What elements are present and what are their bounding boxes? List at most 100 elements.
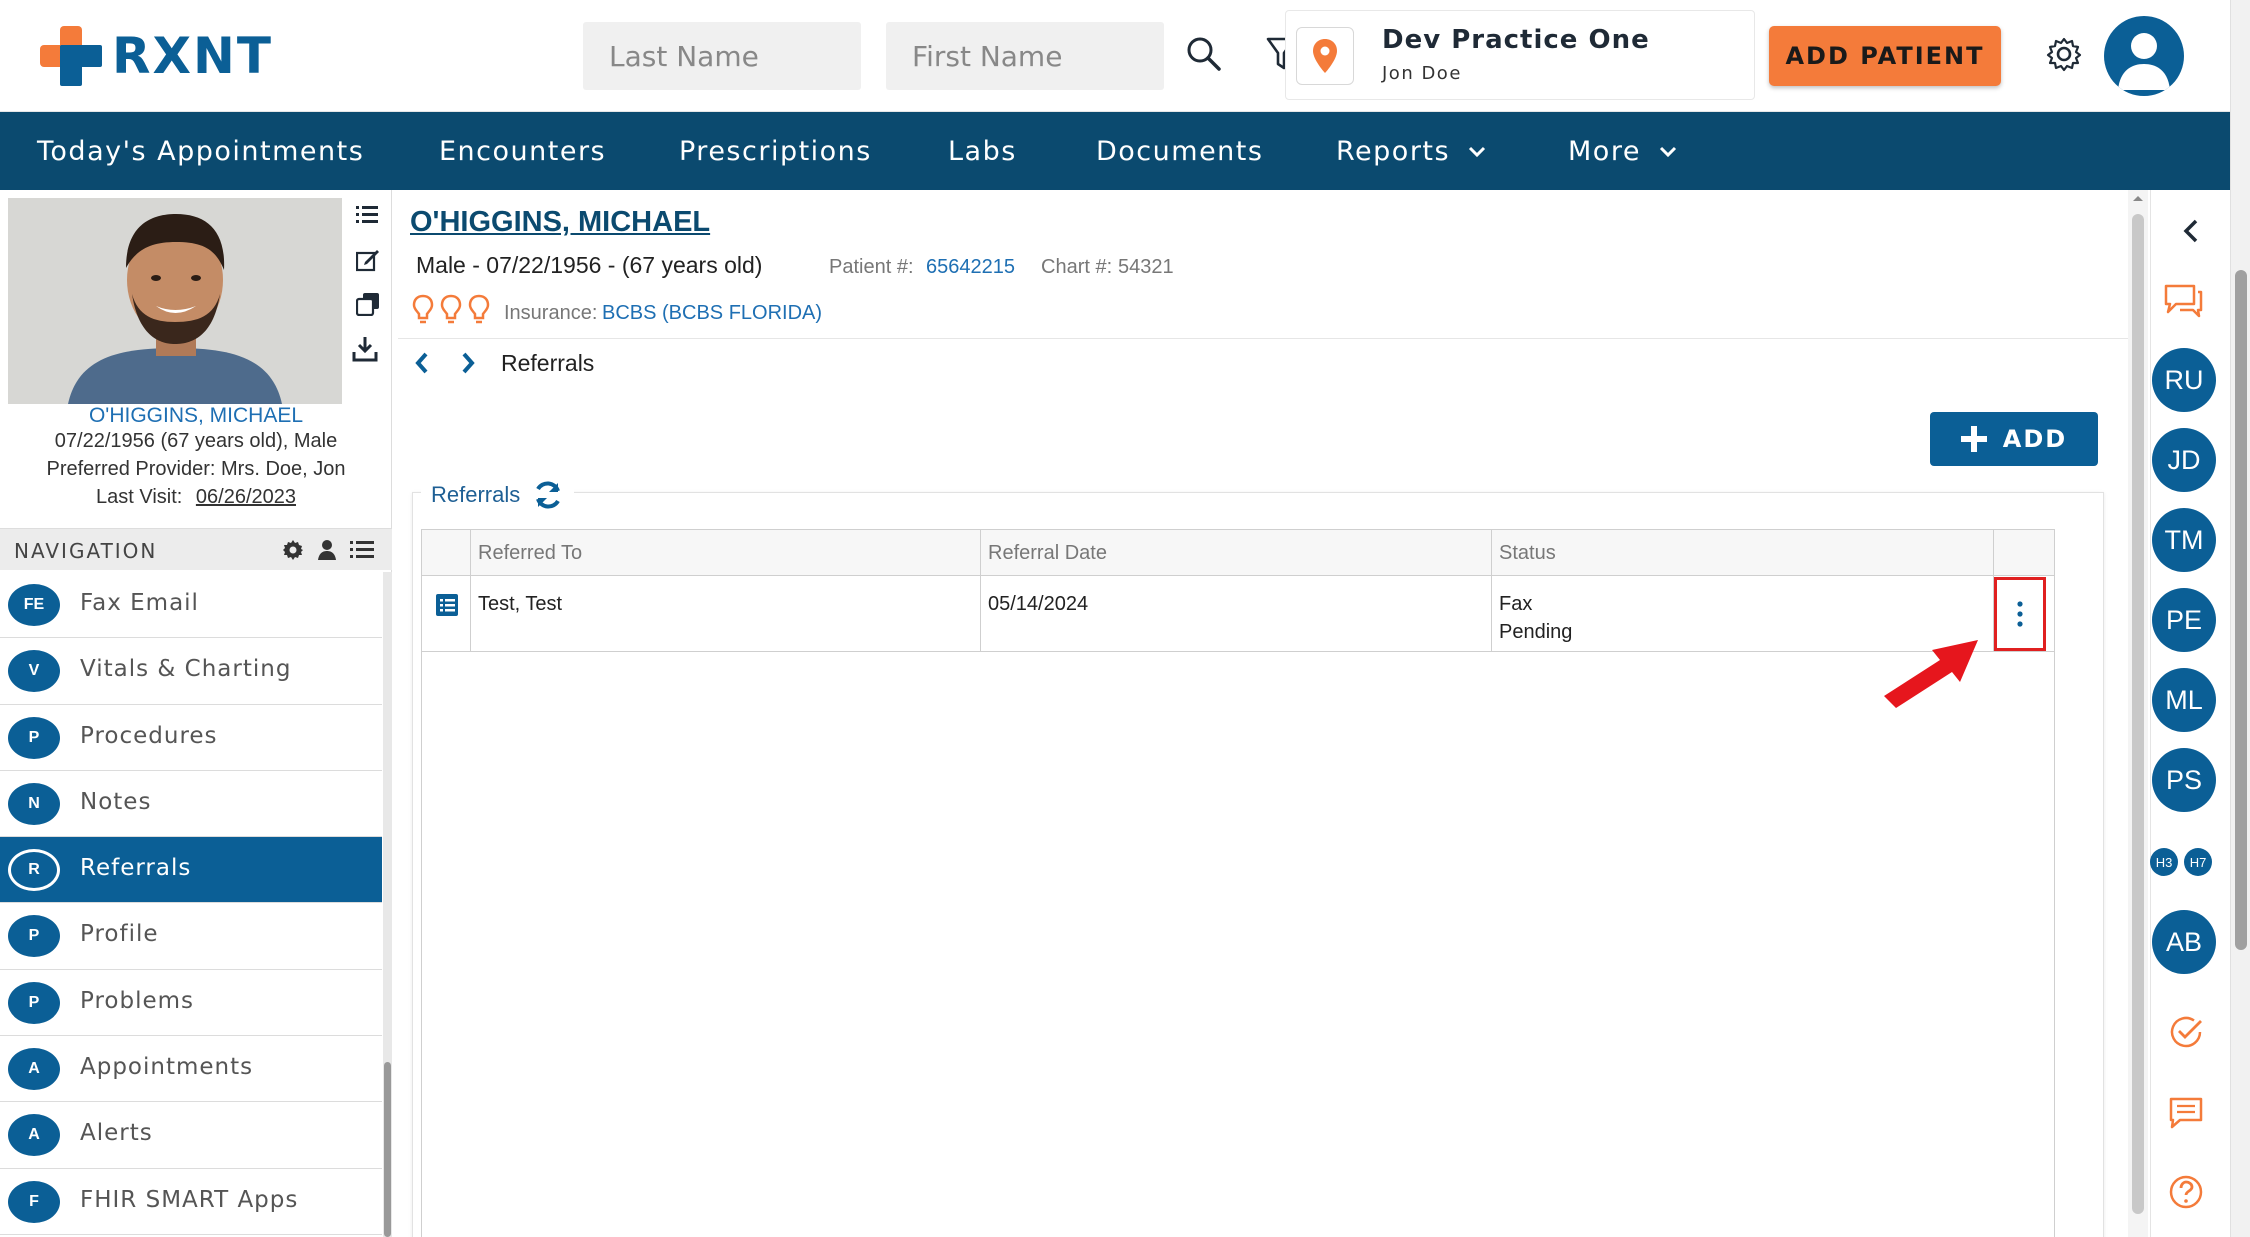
add-label: ADD [2002,425,2068,453]
row-actions-button[interactable] [1994,577,2046,651]
last-visit-date-link[interactable]: 06/26/2023 [196,486,296,508]
page-scrollbar[interactable] [2230,0,2250,1237]
copy-icon[interactable] [356,292,380,316]
nav-todays-appointments[interactable]: Today's Appointments [37,136,364,167]
search-icon[interactable] [1186,36,1222,72]
chevron-left-icon[interactable] [412,348,432,378]
rail-avatar-ru[interactable]: RU [2152,348,2216,412]
nav-person-icon[interactable] [316,539,338,561]
nav-row-referrals[interactable]: R Referrals [0,837,382,904]
main-scrollbar[interactable] [2128,190,2148,1237]
annotation-arrow-icon [1884,640,1978,708]
nav-list-icon[interactable] [350,539,374,561]
patient-number-label: Patient #: [829,256,914,278]
rail-avatar-ps[interactable]: PS [2152,748,2216,812]
nav-row-fhir-smart-apps[interactable]: F FHIR SMART Apps [0,1168,382,1235]
main-content: O'HIGGINS, MICHAEL Male - 07/22/1956 - (… [398,190,2148,1237]
nav-row-notes[interactable]: N Notes [0,770,382,838]
help-question-icon[interactable] [2168,1174,2204,1210]
check-circle-icon[interactable] [2168,1014,2204,1050]
nav-label: More [1568,136,1641,167]
nav-row-problems[interactable]: P Problems [0,969,382,1037]
nav-settings-gear-icon[interactable] [282,539,304,561]
patient-demographics: Male - 07/22/1956 - (67 years old) [416,252,763,278]
nav-row-profile[interactable]: P Profile [0,903,382,970]
patient-dob-age-sex: 07/22/1956 (67 years old), Male [54,430,338,452]
nav-prescriptions[interactable]: Prescriptions [679,136,872,167]
rail-avatar-ml[interactable]: ML [2152,668,2216,732]
table-row[interactable]: Test, Test 05/14/2024 Fax Pending [422,576,2054,652]
cell-referred-to: Test, Test [478,593,563,615]
nav-encounters[interactable]: Encounters [439,136,606,167]
nav-badge: P [8,716,60,759]
nav-row-alerts[interactable]: A Alerts [0,1102,382,1169]
patient-sidebar: O'HIGGINS, MICHAEL 07/22/1956 (67 years … [0,190,392,1237]
sidebar-scrollbar[interactable] [383,572,392,1237]
page-scrollbar-thumb[interactable] [2235,270,2247,950]
lightbulb-icon[interactable] [412,294,434,324]
patient-name-heading[interactable]: O'HIGGINS, MICHAEL [410,206,710,239]
rail-avatar-pe[interactable]: PE [2152,588,2216,652]
message-icon[interactable] [2168,1096,2204,1130]
nav-badge: P [8,915,60,958]
add-referral-button[interactable]: ADD [1930,412,2098,466]
rxnt-logo[interactable]: RXNT [40,26,273,86]
settings-gear-icon[interactable] [2046,36,2082,72]
rail-mini-avatar-h3[interactable]: H3 [2150,848,2178,876]
refresh-icon[interactable] [532,479,564,511]
preferred-provider: Preferred Provider: Mrs. Doe, Jon [46,458,346,480]
collapse-chevron-left-icon[interactable] [2180,218,2202,244]
nav-label: Prescriptions [679,136,872,167]
edit-icon[interactable] [356,248,380,272]
nav-more[interactable]: More [1568,136,1677,167]
nav-label: Encounters [439,136,607,167]
chart-number-value: 54321 [1118,256,1174,278]
navigation-header: NAVIGATION [0,528,392,570]
nav-row-label: Fax Email [80,590,199,616]
last-visit: Last Visit: 06/26/2023 [0,486,392,509]
status-line-2: Pending [1499,621,1573,643]
column-header-referral-date[interactable]: Referral Date [988,542,1107,565]
rail-avatar-ab[interactable]: AB [2152,910,2216,974]
nav-row-fax-email[interactable]: FE Fax Email [0,572,382,639]
insurance-value[interactable]: BCBS (BCBS FLORIDA) [602,302,822,325]
practice-selector[interactable]: Dev Practice One Jon Doe [1285,10,1755,100]
rail-mini-avatar-h7[interactable]: H7 [2184,848,2212,876]
location-pin-button[interactable] [1296,27,1354,85]
rail-avatar-jd[interactable]: JD [2152,428,2216,492]
kebab-menu-icon [2017,601,2023,627]
chevron-right-icon[interactable] [458,348,478,378]
patient-name-link[interactable]: O'HIGGINS, MICHAEL [0,404,392,428]
nav-documents[interactable]: Documents [1096,136,1263,167]
nav-row-procedures[interactable]: P Procedures [0,704,382,771]
last-name-input[interactable] [583,22,861,90]
sidebar-scrollbar-thumb[interactable] [384,1062,391,1237]
lightbulb-icon[interactable] [468,294,490,324]
nav-row-appointments[interactable]: A Appointments [0,1036,382,1103]
plus-icon [1960,426,1987,452]
nav-row-label: Appointments [80,1054,254,1081]
nav-row-vitals-charting[interactable]: V Vitals & Charting [0,638,382,705]
download-icon[interactable] [352,336,378,362]
main-scrollbar-thumb[interactable] [2132,214,2144,1214]
column-header-referred-to[interactable]: Referred To [478,542,582,565]
chat-bubbles-icon[interactable] [2162,282,2204,320]
user-avatar[interactable] [2104,16,2184,96]
list-icon[interactable] [356,204,378,226]
insurance-label: Insurance: [504,302,598,324]
patient-number-value[interactable]: 65642215 [926,256,1015,279]
nav-reports[interactable]: Reports [1336,136,1486,167]
add-patient-button[interactable]: ADD PATIENT [1769,26,2001,86]
first-name-input[interactable] [886,22,1164,90]
navigation-title: NAVIGATION [14,539,158,563]
nav-badge: A [8,1114,60,1157]
rail-avatar-tm[interactable]: TM [2152,508,2216,572]
scroll-up-icon[interactable] [2132,194,2144,202]
row-details-icon[interactable] [436,594,458,616]
lightbulb-icon[interactable] [440,294,462,324]
nav-row-label: Profile [80,921,159,948]
column-header-status[interactable]: Status [1499,542,1556,565]
status-line-1: Fax [1499,593,1533,615]
nav-labs[interactable]: Labs [948,136,1017,167]
nav-badge: F [8,1180,60,1223]
